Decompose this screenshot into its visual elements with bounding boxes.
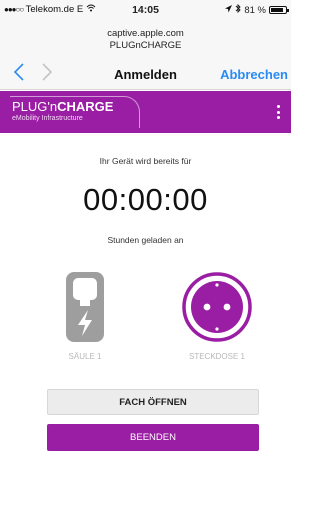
brand-bar: PLUG'nCHARGE eMobility Infrastructure [0, 91, 291, 133]
location-icon [225, 4, 233, 16]
pillar-label: SÄULE 1 [68, 352, 102, 361]
socket-label: STECKDOSE 1 [188, 352, 245, 361]
url-host: captive.apple.com [107, 28, 184, 39]
battery-icon [269, 6, 289, 14]
open-compartment-button[interactable]: FACH ÖFFNEN [47, 389, 259, 415]
network-name: PLUGnCHARGE [109, 40, 182, 51]
bluetooth-icon [235, 3, 241, 16]
url-bar: captive.apple.com PLUGnCHARGE [0, 20, 291, 60]
status-right: 81 % [225, 3, 289, 16]
logo-part-n: 'n [47, 99, 58, 114]
status-bar: ●●●○○ Telekom.de E 14:05 81 % [0, 0, 291, 20]
logo-tagline: eMobility Infrastructure [12, 115, 83, 122]
logo[interactable]: PLUG'nCHARGE [12, 99, 113, 114]
elapsed-timer: 00:00:00 [83, 182, 208, 217]
cancel-button[interactable]: Abbrechen [220, 67, 288, 82]
power-socket-icon[interactable] [181, 270, 253, 344]
more-vertical-icon[interactable] [273, 102, 283, 122]
charging-outro-text: Stunden geladen an [107, 235, 184, 245]
end-session-button[interactable]: BEENDEN [47, 424, 259, 451]
battery-percent: 81 % [244, 4, 266, 16]
logo-part-plug: PLUG [12, 99, 48, 114]
charging-pillar-icon[interactable] [60, 270, 110, 344]
charging-intro-text: Ihr Gerät wird bereits für [99, 156, 192, 166]
logo-part-charge: CHARGE [57, 99, 114, 114]
nav-bar: Anmelden Abbrechen [0, 58, 291, 90]
